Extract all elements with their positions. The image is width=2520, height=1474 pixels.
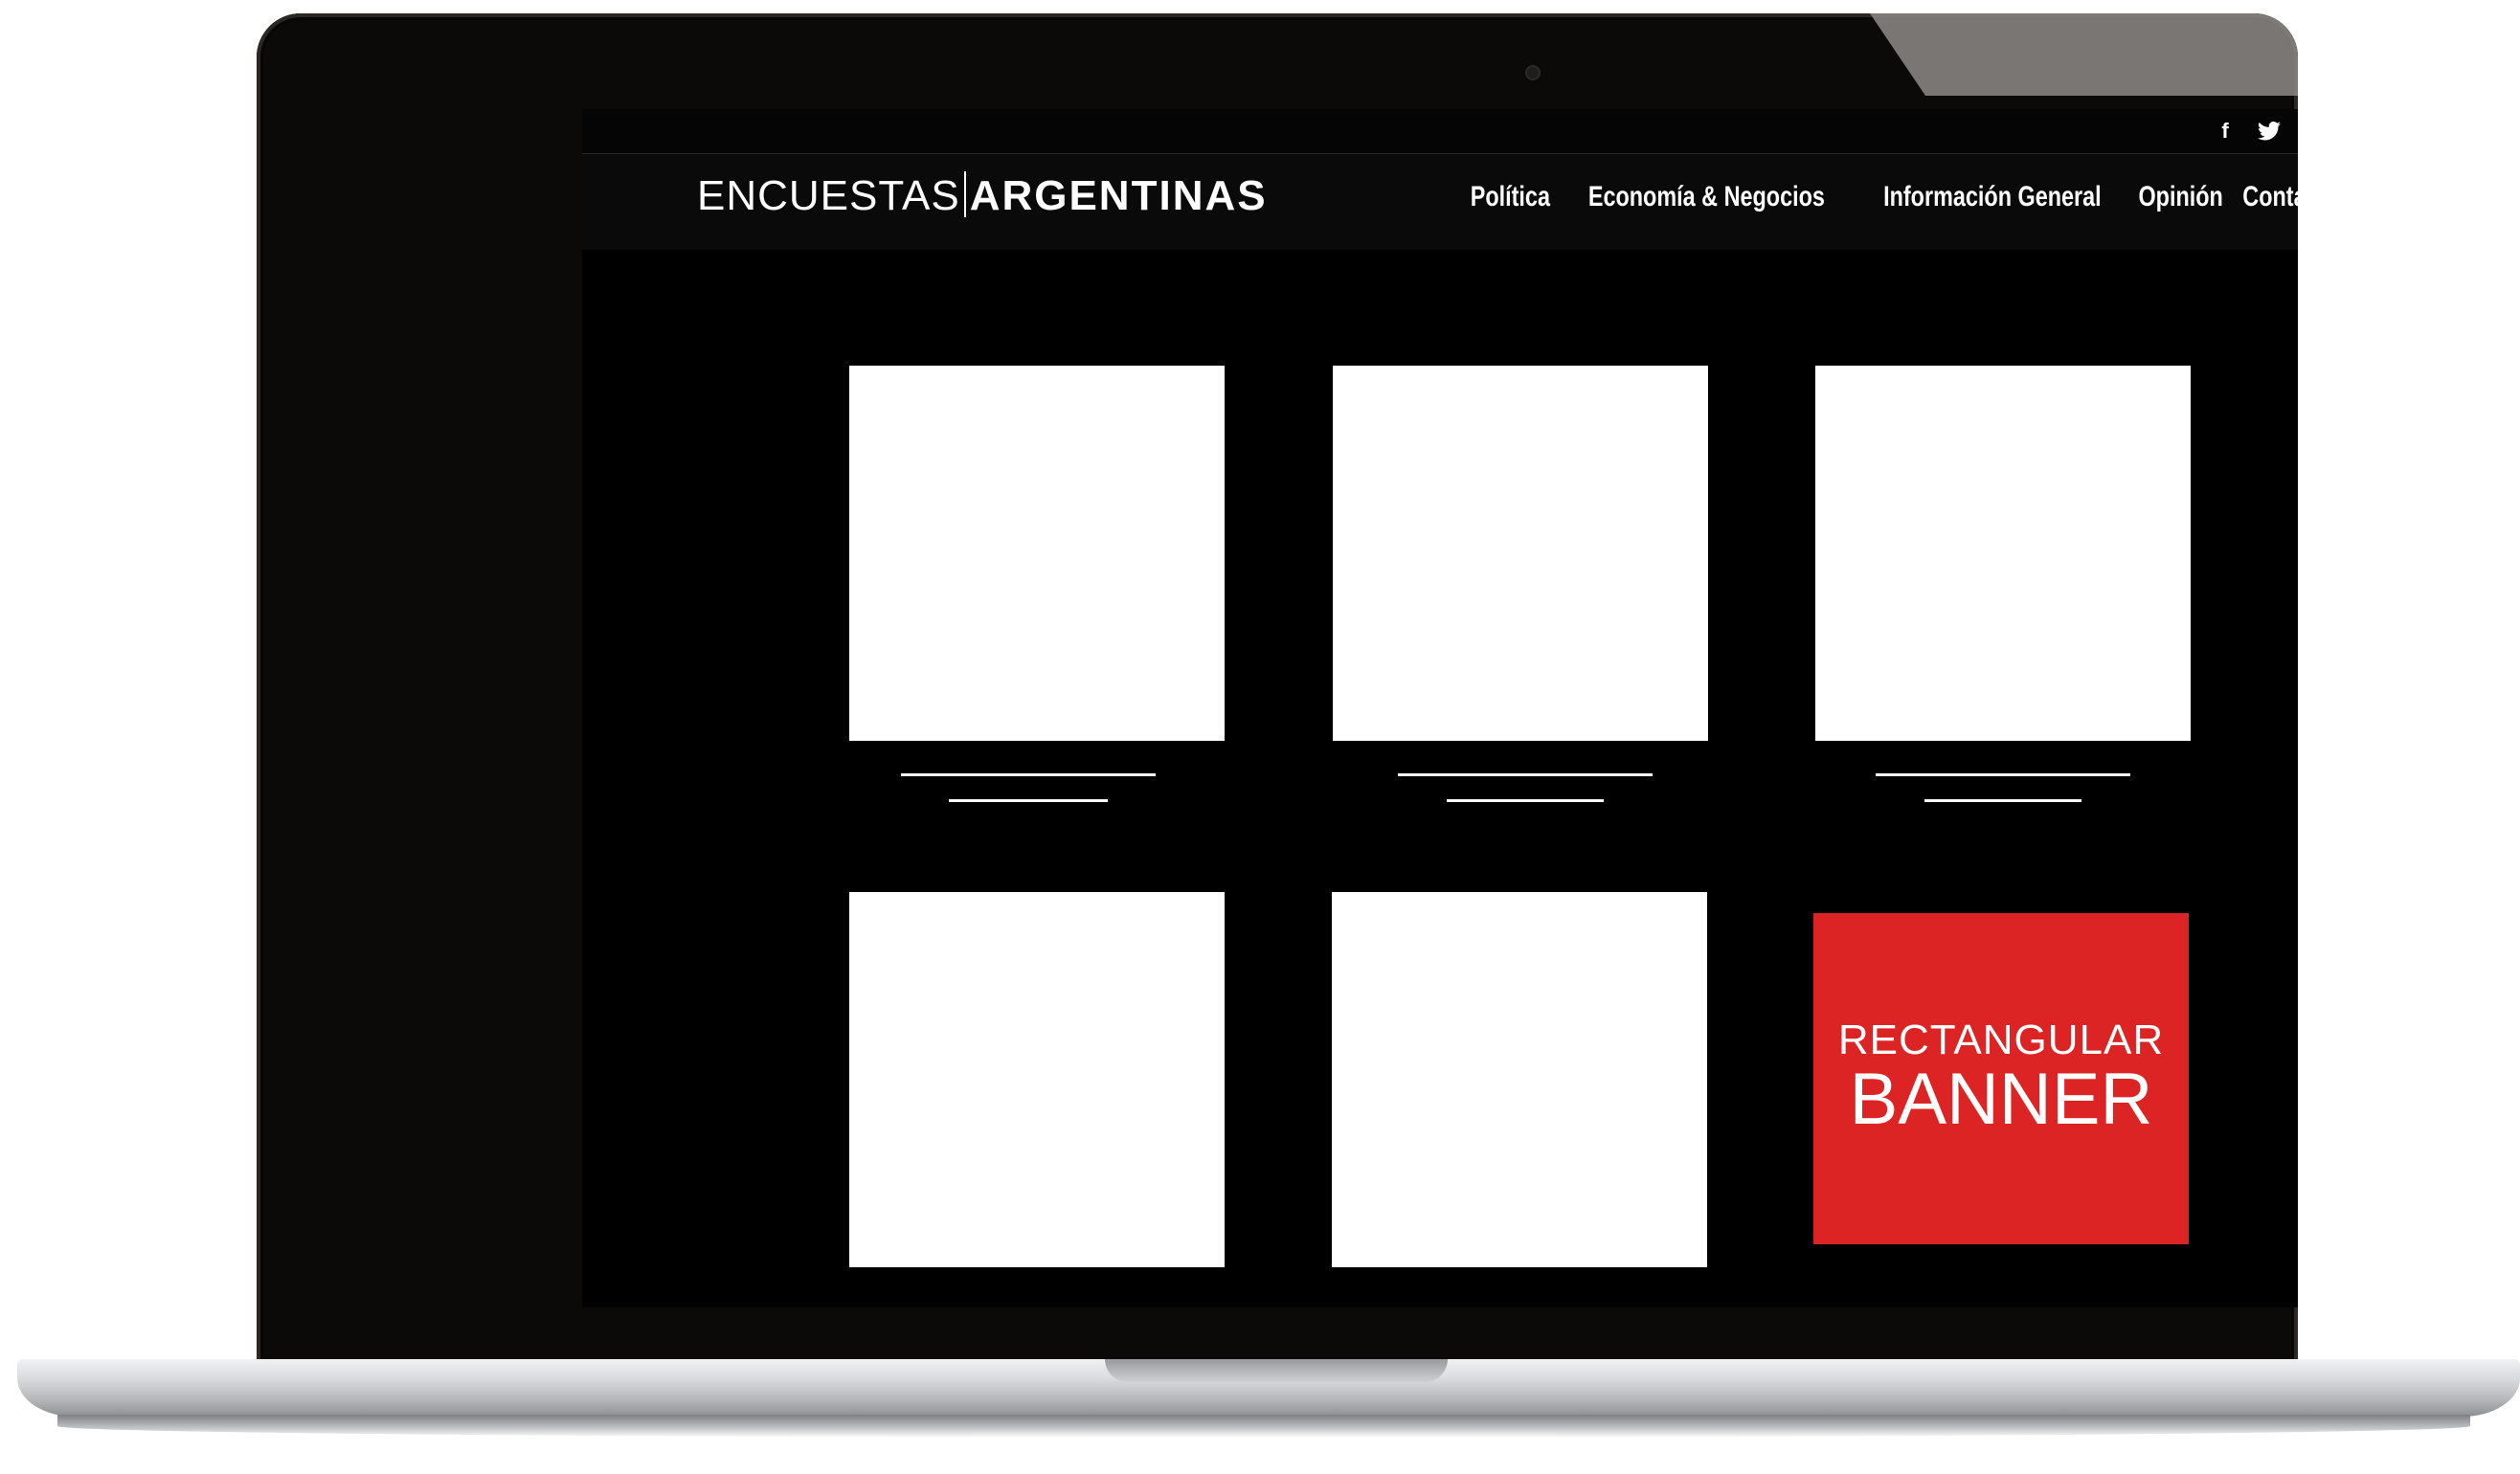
article-thumbnail-3[interactable] [1815,366,2191,741]
main-nav: Política Economía & Negocios Información… [1470,181,2298,213]
site-header: ENCUESTAS ARGENTINAS Política Economía & … [582,154,2298,250]
logo-divider [963,171,966,217]
nav-item-contacto[interactable]: Contacto [2242,181,2298,213]
logo-part-1: ENCUESTAS [697,172,960,219]
nav-item-informacion-general[interactable]: Información General [1883,181,2102,213]
nav-item-economia-negocios[interactable]: Economía & Negocios [1588,181,1825,213]
rectangular-banner-ad[interactable]: RECTANGULAR BANNER [1813,913,2189,1244]
article-thumbnail-2[interactable] [1333,366,1708,741]
article-title-placeholder-2[interactable] [1398,773,1653,776]
article-thumbnail-1[interactable] [849,366,1225,741]
logo-part-2: ARGENTINAS [969,172,1268,219]
laptop-hinge-notch [1105,1359,1448,1382]
article-thumbnail-4[interactable] [849,892,1225,1267]
twitter-icon[interactable] [2254,117,2284,145]
website-screen: f in ENCUESTASARGENTINAS Política Econom… [582,109,2298,1307]
webcam-icon [1527,67,1539,78]
social-topbar: f in [582,109,2298,154]
article-thumbnail-5[interactable] [1332,892,1707,1267]
article-subtitle-placeholder-3 [1924,799,2081,802]
nav-item-politica[interactable]: Política [1470,181,1549,213]
banner-line-2: BANNER [1849,1059,2153,1141]
nav-item-opinion[interactable]: Opinión [2138,181,2222,213]
social-links: f in [2210,117,2298,145]
bezel-glare [1870,13,2298,96]
site-logo[interactable]: ENCUESTAS ARGENTINAS [697,171,1268,220]
banner-line-1: RECTANGULAR [1837,1016,2165,1064]
article-subtitle-placeholder-1 [949,799,1108,802]
article-title-placeholder-3[interactable] [1876,773,2130,776]
laptop-base-shadow [57,1415,2470,1438]
article-subtitle-placeholder-2 [1447,799,1604,802]
facebook-icon[interactable]: f [2210,117,2240,145]
laptop-bezel: f in ENCUESTASARGENTINAS Política Econom… [257,13,2298,1392]
article-title-placeholder-1[interactable] [901,773,1156,776]
